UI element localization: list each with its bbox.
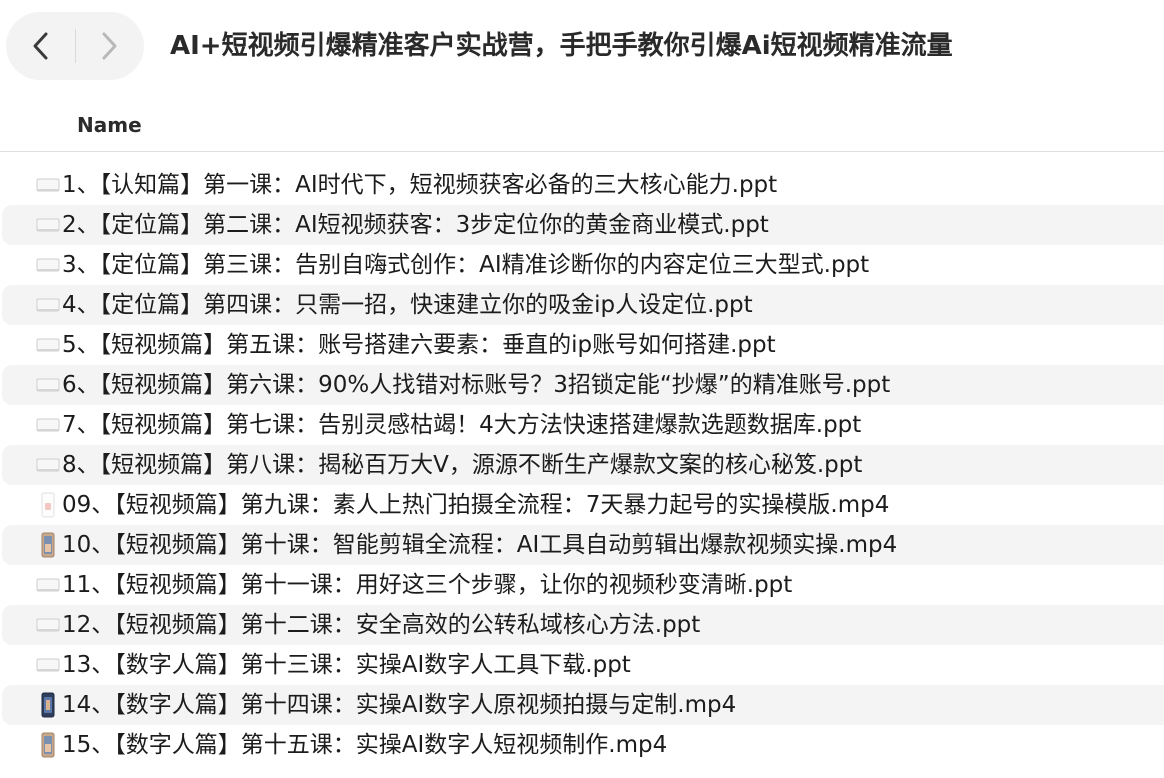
video-thumbnail-icon: [36, 492, 60, 518]
file-name: 5、【短视频篇】第五课：账号搭建六要素：垂直的ip账号如何搭建.ppt: [62, 332, 776, 358]
file-name: 8、【短视频篇】第八课：揭秘百万大V，源源不断生产爆款文案的核心秘笈.ppt: [62, 452, 863, 478]
file-row[interactable]: 11、【短视频篇】第十一课：用好这三个步骤，让你的视频秒变清晰.ppt: [2, 565, 1164, 605]
file-row[interactable]: 4、【定位篇】第四课：只需一招，快速建立你的吸金ip人设定位.ppt: [2, 285, 1164, 325]
document-icon: [36, 215, 60, 235]
video-thumbnail-icon: [36, 732, 60, 758]
file-name: 11、【短视频篇】第十一课：用好这三个步骤，让你的视频秒变清晰.ppt: [62, 572, 793, 598]
file-name: 10、【短视频篇】第十课：智能剪辑全流程：AI工具自动剪辑出爆款视频实操.mp4: [62, 532, 898, 558]
document-icon: [36, 655, 60, 675]
document-icon: [36, 295, 60, 315]
file-row[interactable]: 12、【短视频篇】第十二课：安全高效的公转私域核心方法.ppt: [2, 605, 1164, 645]
document-icon: [36, 455, 60, 475]
document-icon: [36, 575, 60, 595]
navigation-controls: [6, 12, 144, 80]
document-icon: [36, 175, 60, 195]
back-button[interactable]: [6, 12, 75, 80]
window-title: AI+短视频引爆精准客户实战营，手把手教你引爆Ai短视频精准流量: [170, 31, 953, 61]
file-list: 1、【认知篇】第一课：AI时代下，短视频获客必备的三大核心能力.ppt 2、【定…: [0, 165, 1164, 765]
file-name: 12、【短视频篇】第十二课：安全高效的公转私域核心方法.ppt: [62, 612, 701, 638]
document-icon: [36, 415, 60, 435]
file-row[interactable]: 10、【短视频篇】第十课：智能剪辑全流程：AI工具自动剪辑出爆款视频实操.mp4: [2, 525, 1164, 565]
toolbar: AI+短视频引爆精准客户实战营，手把手教你引爆Ai短视频精准流量 Name: [0, 0, 1164, 152]
header-divider: [0, 151, 1164, 152]
video-thumbnail-icon: [36, 532, 60, 558]
file-row[interactable]: 7、【短视频篇】第七课：告别灵感枯竭！4大方法快速搭建爆款选题数据库.ppt: [2, 405, 1164, 445]
file-name: 1、【认知篇】第一课：AI时代下，短视频获客必备的三大核心能力.ppt: [62, 172, 778, 198]
file-row[interactable]: 14、【数字人篇】第十四课：实操AI数字人原视频拍摄与定制.mp4: [2, 685, 1164, 725]
file-name: 09、【短视频篇】第九课：素人上热门拍摄全流程：7天暴力起号的实操模版.mp4: [62, 492, 890, 518]
video-thumbnail-icon: [36, 692, 60, 718]
file-name: 6、【短视频篇】第六课：90%人找错对标账号？3招锁定能“抄爆”的精准账号.pp…: [62, 372, 891, 398]
file-name: 2、【定位篇】第二课：AI短视频获客：3步定位你的黄金商业模式.ppt: [62, 212, 769, 238]
file-name: 15、【数字人篇】第十五课：实操AI数字人短视频制作.mp4: [62, 732, 668, 758]
file-row[interactable]: 1、【认知篇】第一课：AI时代下，短视频获客必备的三大核心能力.ppt: [2, 165, 1164, 205]
file-row[interactable]: 2、【定位篇】第二课：AI短视频获客：3步定位你的黄金商业模式.ppt: [2, 205, 1164, 245]
document-icon: [36, 335, 60, 355]
file-row[interactable]: 13、【数字人篇】第十三课：实操AI数字人工具下载.ppt: [2, 645, 1164, 685]
document-icon: [36, 255, 60, 275]
file-name: 3、【定位篇】第三课：告别自嗨式创作：AI精准诊断你的内容定位三大型式.ppt: [62, 252, 870, 278]
file-row[interactable]: 3、【定位篇】第三课：告别自嗨式创作：AI精准诊断你的内容定位三大型式.ppt: [2, 245, 1164, 285]
file-name: 13、【数字人篇】第十三课：实操AI数字人工具下载.ppt: [62, 652, 631, 678]
file-name: 14、【数字人篇】第十四课：实操AI数字人原视频拍摄与定制.mp4: [62, 692, 737, 718]
chevron-left-icon: [33, 32, 48, 60]
file-row[interactable]: 5、【短视频篇】第五课：账号搭建六要素：垂直的ip账号如何搭建.ppt: [2, 325, 1164, 365]
file-name: 7、【短视频篇】第七课：告别灵感枯竭！4大方法快速搭建爆款选题数据库.ppt: [62, 412, 862, 438]
chevron-right-icon: [102, 32, 117, 60]
file-row[interactable]: 8、【短视频篇】第八课：揭秘百万大V，源源不断生产爆款文案的核心秘笈.ppt: [2, 445, 1164, 485]
document-icon: [36, 375, 60, 395]
file-row[interactable]: 15、【数字人篇】第十五课：实操AI数字人短视频制作.mp4: [2, 725, 1164, 765]
file-row[interactable]: 6、【短视频篇】第六课：90%人找错对标账号？3招锁定能“抄爆”的精准账号.pp…: [2, 365, 1164, 405]
document-icon: [36, 615, 60, 635]
forward-button[interactable]: [76, 12, 145, 80]
file-row[interactable]: 09、【短视频篇】第九课：素人上热门拍摄全流程：7天暴力起号的实操模版.mp4: [2, 485, 1164, 525]
column-header-name[interactable]: Name: [77, 112, 142, 138]
file-name: 4、【定位篇】第四课：只需一招，快速建立你的吸金ip人设定位.ppt: [62, 292, 753, 318]
